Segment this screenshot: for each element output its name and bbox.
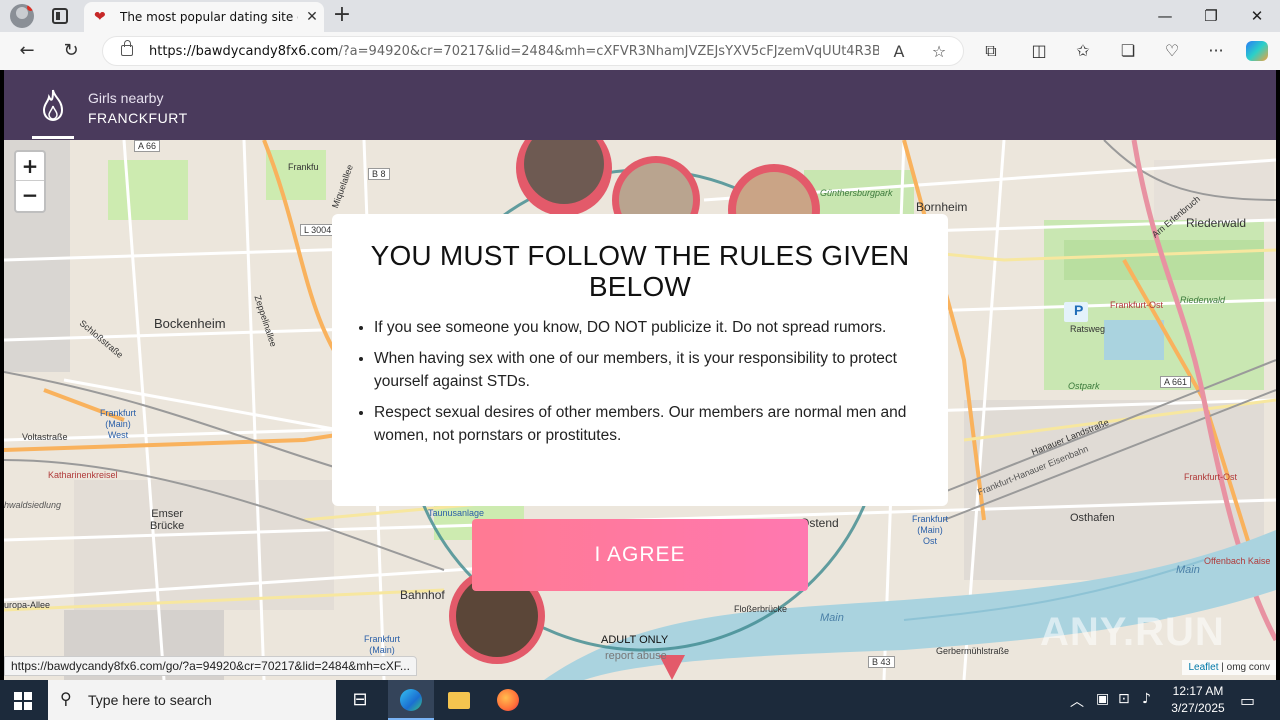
zoom-control: + −: [14, 150, 46, 213]
restore-icon[interactable]: ❐: [1188, 4, 1234, 28]
copilot-icon[interactable]: [1246, 41, 1268, 61]
map-label: Frankfurt-Ost: [1110, 300, 1164, 310]
performance-icon[interactable]: ♡: [1161, 41, 1183, 61]
split-screen-icon[interactable]: ◫: [1028, 41, 1050, 61]
web-page: Girls nearby FRANCKFURT Bockenheim Bornh…: [4, 70, 1276, 680]
clock-date: 3/27/2025: [1171, 701, 1225, 715]
rule-item: Respect sexual desires of other members.…: [374, 401, 928, 447]
refresh-icon[interactable]: ↻: [60, 40, 82, 62]
map-label: Offenbach Kaise: [1204, 556, 1271, 566]
map-label: Ostpark: [1068, 381, 1100, 391]
map-label: Osthafen: [1070, 512, 1115, 524]
map-label: Floßerbrücke: [734, 604, 788, 614]
map-label: Frankfurt-Ost: [1184, 472, 1238, 482]
map-label: Main: [820, 612, 844, 624]
map-label: Riederwald: [1180, 295, 1226, 305]
map-label: Bockenheim: [154, 316, 226, 331]
map-label: hwaldsiedlung: [4, 500, 62, 510]
rules-list: If you see someone you know, DO NOT publ…: [352, 316, 928, 447]
network-icon[interactable]: ⊡: [1118, 691, 1130, 707]
adult-only-label: ADULT ONLY: [601, 634, 669, 646]
chevron-up-icon[interactable]: ︿: [1070, 691, 1084, 711]
heart-favicon-icon: ❤: [94, 9, 106, 25]
favorites-icon[interactable]: ✩: [1072, 41, 1094, 61]
status-url: https://bawdycandy8fx6.com/go/?a=94920&c…: [4, 656, 417, 676]
map-label: Riederwald: [1186, 216, 1247, 230]
extensions-icon[interactable]: ⧉: [980, 41, 1002, 61]
active-nav-underline: [32, 136, 74, 139]
more-icon[interactable]: ···: [1205, 41, 1227, 61]
profile-icon[interactable]: [10, 4, 34, 28]
map-label: Ratsweg: [1070, 324, 1106, 334]
new-tab-icon[interactable]: +: [332, 4, 352, 26]
taskbar-search[interactable]: ⚲ Type here to search: [48, 680, 336, 720]
read-aloud-icon[interactable]: A: [889, 42, 909, 61]
agree-button[interactable]: I AGREE: [472, 519, 808, 591]
url-text: https://bawdycandy8fx6.com/?a=94920&cr=7…: [149, 44, 879, 59]
url-field[interactable]: https://bawdycandy8fx6.com/?a=94920&cr=7…: [102, 36, 964, 66]
map-label: Gerbermühlstraße: [936, 646, 1010, 656]
browser-tab[interactable]: ❤ The most popular dating site of t ✕: [84, 2, 324, 32]
file-explorer-icon[interactable]: [436, 680, 482, 720]
zoom-out-button[interactable]: −: [16, 181, 44, 210]
lock-icon[interactable]: [121, 40, 133, 56]
notification-icon[interactable]: ▭: [1240, 691, 1255, 710]
road-shield: A 661: [1160, 376, 1192, 388]
edge-icon[interactable]: [388, 680, 434, 720]
road-shield: B 8: [368, 168, 390, 180]
map-label: Frankfurt (Main): [364, 634, 401, 655]
map-label: Emser Brücke: [150, 508, 185, 532]
map-label: Bahnhof: [400, 588, 445, 602]
clock[interactable]: 12:17 AM 3/27/2025: [1168, 683, 1228, 717]
city-label: FRANCKFURT: [88, 110, 188, 126]
collections-icon[interactable]: ❏: [1117, 41, 1139, 61]
road-shield: B 43: [868, 656, 895, 668]
nearby-label: Girls nearby: [88, 90, 164, 106]
favorite-star-icon[interactable]: ☆: [929, 42, 949, 61]
parking-icon: P: [1074, 302, 1084, 318]
volume-icon[interactable]: ♪: [1142, 691, 1151, 707]
tab-actions-icon[interactable]: [52, 8, 68, 24]
report-abuse-link[interactable]: report abuse: [605, 650, 667, 662]
minimize-icon[interactable]: —: [1142, 4, 1188, 28]
task-view-icon[interactable]: ⊟: [337, 680, 383, 720]
modal-title: YOU MUST FOLLOW THE RULES GIVEN BELOW: [370, 240, 910, 302]
map-label: Bornheim: [916, 200, 968, 214]
map-label: Günthersburgpark: [820, 188, 893, 198]
taskbar: ⚲ Type here to search ⊟ ︿ ▣ ⊡ ♪ 12:17 AM…: [0, 680, 1280, 720]
tab-title: The most popular dating site of t: [120, 10, 298, 24]
close-window-icon[interactable]: ✕: [1234, 4, 1280, 28]
road-shield: L 3004: [300, 224, 336, 236]
device-icon[interactable]: ▣: [1096, 691, 1109, 707]
rules-modal: YOU MUST FOLLOW THE RULES GIVEN BELOW If…: [332, 214, 948, 506]
address-toolbar: ← ↻ https://bawdycandy8fx6.com/?a=94920&…: [0, 32, 1280, 70]
flame-icon[interactable]: [40, 88, 66, 122]
rule-item: If you see someone you know, DO NOT publ…: [374, 316, 928, 339]
site-header: Girls nearby FRANCKFURT: [4, 70, 1276, 140]
leaflet-link[interactable]: Leaflet: [1188, 662, 1218, 673]
map-attribution: Leaflet | omg conv: [1182, 660, 1276, 675]
map-label: Frankfurt (Main) Ost: [912, 514, 949, 546]
clock-time: 12:17 AM: [1172, 684, 1224, 698]
map-label: uropa-Allee: [4, 600, 51, 610]
rule-item: When having sex with one of our members,…: [374, 347, 928, 393]
browser-tab-bar: ❤ The most popular dating site of t ✕ + …: [0, 0, 1280, 32]
search-icon: ⚲: [60, 689, 72, 708]
map-label: Main: [1176, 564, 1200, 576]
map-label: Frankfu: [288, 162, 319, 172]
firefox-icon[interactable]: [485, 680, 531, 720]
map-label: Taunusanlage: [428, 508, 485, 518]
zoom-in-button[interactable]: +: [16, 152, 44, 181]
map-label: Voltastraße: [22, 432, 68, 442]
windows-start-icon[interactable]: [14, 692, 32, 710]
road-shield: A 66: [134, 140, 161, 152]
watermark: ANY.RUN: [1040, 610, 1225, 654]
close-tab-icon[interactable]: ✕: [304, 9, 320, 25]
back-icon[interactable]: ←: [16, 40, 38, 62]
map-label: Frankfurt (Main) West: [100, 408, 137, 440]
search-placeholder: Type here to search: [88, 692, 212, 708]
map-label: Katharinenkreisel: [48, 470, 118, 480]
